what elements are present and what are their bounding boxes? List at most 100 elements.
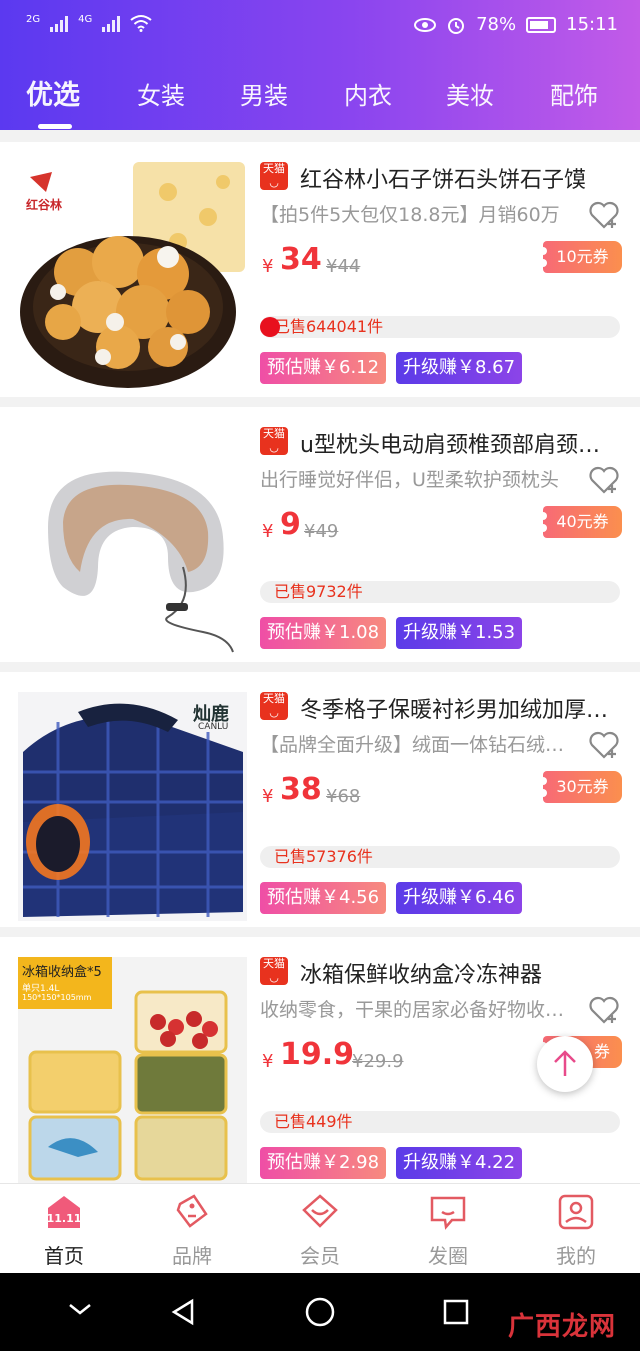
sold-label: 已售644041件 (274, 317, 384, 336)
sold-label: 已售57376件 (274, 847, 373, 866)
price-symbol: ¥ (262, 1051, 274, 1072)
app-header: 2G 4G 78% 15:11 优选 女装 男装 内衣 美妆 配饰 (0, 0, 640, 130)
favorite-icon[interactable] (588, 730, 620, 760)
sold-dot (260, 317, 280, 337)
product-card[interactable]: 红谷林 天猫 ◡ 红谷林小石子饼石头饼石子馍 【拍5件5大包仅18.8元】月销60… (0, 142, 640, 397)
sold-count: 已售9732件 (260, 581, 620, 603)
price: 19.9 (280, 1037, 355, 1072)
estimate-earn-badge: 预估赚￥6.12 (260, 352, 387, 384)
product-title[interactable]: 冰箱保鲜收纳盒冷冻神器 (300, 957, 620, 989)
product-subtitle: 收纳零食，干果的居家必备好物收纳盒 (260, 999, 580, 1021)
home-icon: 11.11 (47, 1196, 82, 1228)
chevron-down-icon[interactable] (66, 1299, 94, 1319)
nav-share-label: 发圈 (428, 1244, 468, 1268)
signal-icon (50, 14, 69, 32)
tab-indicator (38, 124, 72, 129)
nav-share[interactable]: 发圈 (384, 1184, 512, 1274)
product-subtitle: 出行睡觉好伴侣，U型柔软护颈枕头 (260, 469, 559, 491)
favorite-icon[interactable] (588, 200, 620, 230)
product-subtitle: 【品牌全面升级】绒面一体钻石绒保暖 (260, 734, 580, 756)
member-icon (302, 1194, 338, 1228)
tmall-badge: 天猫 ◡ (260, 427, 288, 455)
tab-neiyi[interactable]: 内衣 (344, 76, 392, 111)
nav-profile-label: 我的 (556, 1244, 596, 1268)
home-circle-icon[interactable] (304, 1296, 336, 1328)
favorite-icon[interactable] (588, 995, 620, 1025)
product-image (18, 427, 247, 656)
tab-nvzhuang[interactable]: 女装 (137, 76, 185, 111)
nav-profile[interactable]: 我的 (512, 1184, 640, 1274)
upgrade-earn-badge[interactable]: 升级赚￥6.46 (396, 882, 523, 914)
sold-count: 已售449件 (260, 1111, 620, 1133)
brand-logo-text: 冰箱收纳盒*5 (22, 965, 102, 980)
nav-brand-label: 品牌 (172, 1244, 212, 1268)
bottom-nav: 11.11 首页 品牌 会员 发圈 我的 (0, 1183, 640, 1273)
product-title[interactable]: 红谷林小石子饼石头饼石子馍 (300, 162, 620, 194)
wifi-icon (130, 15, 152, 32)
battery-icon (526, 16, 557, 33)
estimate-earn-badge: 预估赚￥2.98 (260, 1147, 387, 1179)
clock: 15:11 (566, 14, 618, 35)
original-price: ¥29.9 (352, 1051, 404, 1072)
product-card[interactable]: 灿鹿 CANLU 天猫 ◡ 冬季格子保暖衬衫男加绒加厚衬衣 【品牌全面升级】绒面一… (0, 672, 640, 927)
chat-icon (430, 1196, 466, 1230)
brand-logo-subtext-2: 150*150*105mm (22, 993, 92, 1002)
sold-label: 已售9732件 (274, 582, 363, 601)
product-image: 红谷林 (18, 162, 247, 391)
alarm-icon (448, 17, 465, 34)
upgrade-earn-badge[interactable]: 升级赚￥1.53 (396, 617, 523, 649)
tag-icon (176, 1194, 208, 1228)
product-image: 冰箱收纳盒*5 单只1.4L 150*150*105mm (18, 957, 247, 1186)
brand-logo-subtext: CANLU (198, 722, 229, 732)
nav-home-label: 首页 (44, 1244, 84, 1268)
tab-meizhuang[interactable]: 美妆 (446, 76, 494, 111)
sold-count: 已售644041件 (260, 316, 620, 338)
favorite-icon[interactable] (588, 465, 620, 495)
watermark: 广西龙网 (508, 1312, 617, 1342)
product-card[interactable]: 天猫 ◡ u型枕头电动肩颈椎颈部肩颈护颈仪 出行睡觉好伴侣，U型柔软护颈枕头 ¥ … (0, 407, 640, 662)
nav-home[interactable]: 11.11 首页 (0, 1184, 128, 1274)
estimate-earn-badge: 预估赚￥4.56 (260, 882, 387, 914)
tab-nanzhuang[interactable]: 男装 (240, 76, 288, 111)
price: 9 (280, 507, 301, 542)
tmall-badge: 天猫 ◡ (260, 957, 288, 985)
status-bar: 2G 4G 78% 15:11 (0, 0, 640, 54)
scroll-to-top-button[interactable] (537, 1036, 593, 1092)
coupon-badge[interactable]: 10元券 (539, 241, 622, 273)
nav-member-label: 会员 (300, 1244, 340, 1268)
sold-label: 已售449件 (274, 1112, 353, 1131)
product-title[interactable]: 冬季格子保暖衬衫男加绒加厚衬衣 (300, 692, 620, 724)
battery-percent: 78% (476, 14, 517, 35)
tab-peishi[interactable]: 配饰 (550, 76, 598, 111)
recents-icon[interactable] (442, 1298, 470, 1326)
category-tabs: 优选 女装 男装 内衣 美妆 配饰 (0, 70, 640, 129)
eye-icon (414, 17, 437, 32)
price-symbol: ¥ (262, 786, 274, 807)
original-price: ¥68 (326, 786, 361, 807)
upgrade-earn-badge[interactable]: 升级赚￥8.67 (396, 352, 523, 384)
svg-text:11.11: 11.11 (47, 1212, 82, 1225)
coupon-badge[interactable]: 30元券 (539, 771, 622, 803)
original-price: ¥49 (304, 521, 339, 542)
nav-member[interactable]: 会员 (256, 1184, 384, 1274)
tmall-badge: 天猫 ◡ (260, 162, 288, 190)
brand-logo-text: 红谷林 (26, 198, 63, 212)
nav-brand[interactable]: 品牌 (128, 1184, 256, 1274)
estimate-earn-badge: 预估赚￥1.08 (260, 617, 387, 649)
profile-icon (558, 1194, 594, 1230)
price: 34 (280, 242, 322, 277)
net2-label: 4G (78, 13, 93, 25)
price: 38 (280, 772, 322, 807)
coupon-badge[interactable]: 40元券 (539, 506, 622, 538)
back-icon[interactable] (168, 1297, 198, 1327)
sold-count: 已售57376件 (260, 846, 620, 868)
tmall-badge: 天猫 ◡ (260, 692, 288, 720)
tab-youxuan[interactable]: 优选 (26, 73, 80, 112)
product-subtitle: 【拍5件5大包仅18.8元】月销60万 (260, 204, 560, 226)
arrow-up-icon (554, 1050, 576, 1076)
product-image: 灿鹿 CANLU (18, 692, 247, 921)
upgrade-earn-badge[interactable]: 升级赚￥4.22 (396, 1147, 523, 1179)
product-title[interactable]: u型枕头电动肩颈椎颈部肩颈护颈仪 (300, 427, 620, 459)
net1-label: 2G (26, 13, 41, 25)
price-symbol: ¥ (262, 256, 274, 277)
